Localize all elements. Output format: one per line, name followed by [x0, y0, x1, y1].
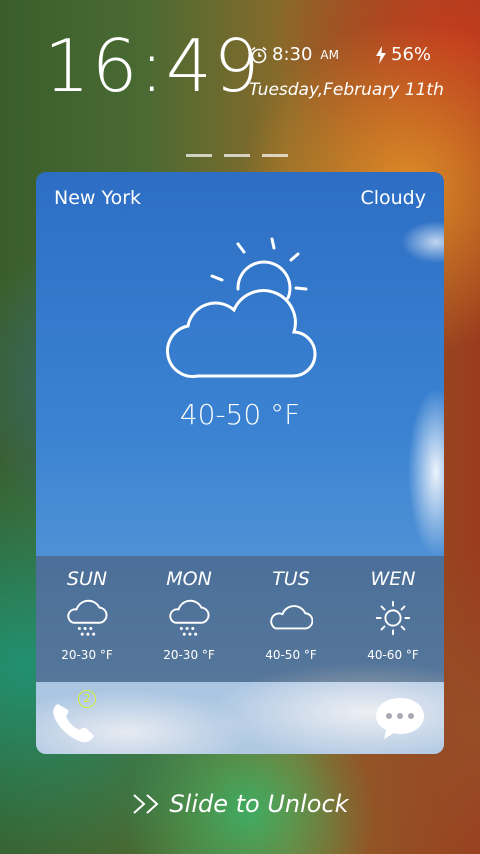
forecast-range: 20-30 °F: [163, 648, 215, 662]
temperature-range: 40-50 °F: [179, 398, 301, 431]
page-dot: [262, 154, 288, 157]
double-chevron-icon: [133, 794, 159, 814]
forecast-day[interactable]: MON 20-30 °F: [138, 556, 240, 682]
alarm-ampm: AM: [320, 47, 339, 62]
phone-icon[interactable]: [50, 700, 100, 744]
forecast-day-name: MON: [166, 568, 212, 590]
forecast-day[interactable]: TUS 40-50 °F: [240, 556, 342, 682]
clock: 16:49: [44, 24, 262, 108]
cloud-icon: [270, 605, 313, 630]
forecast-day-name: TUS: [272, 568, 310, 590]
battery-indicator: 56%: [375, 44, 431, 65]
charging-bolt-icon: [376, 45, 386, 64]
rain-cloud-icon: [169, 599, 210, 636]
sun-icon: [375, 600, 411, 636]
partly-cloudy-icon: [166, 237, 317, 378]
alarm-clock-icon: [251, 46, 267, 63]
page-indicator: [186, 154, 288, 157]
weather-condition: Cloudy: [360, 187, 426, 209]
forecast-strip: SUN 20-30 °F MON 20-30 °F TUS 40-50 °F W…: [36, 556, 444, 682]
weather-card[interactable]: New York Cloudy 40-50 °F SUN 20-30 °F MO…: [36, 172, 444, 754]
forecast-day[interactable]: WEN 40-60 °F: [342, 556, 444, 682]
battery-level: 56%: [391, 44, 432, 65]
rain-cloud-icon: [67, 599, 108, 636]
forecast-day[interactable]: SUN 20-30 °F: [36, 556, 138, 682]
alarm-indicator: 8:30 AM: [250, 44, 339, 65]
message-icon[interactable]: [374, 696, 426, 740]
missed-call-badge: 2: [78, 690, 96, 708]
shortcut-bar: 2: [36, 682, 444, 754]
forecast-range: 20-30 °F: [61, 648, 113, 662]
forecast-day-name: WEN: [370, 568, 416, 590]
city-name: New York: [54, 187, 142, 209]
page-dot: [186, 154, 212, 157]
slide-to-unlock[interactable]: Slide to Unlock: [0, 790, 480, 818]
alarm-time: 8:30: [272, 44, 313, 65]
date-label: Tuesday,February 11th: [249, 80, 444, 100]
slide-to-unlock-label: Slide to Unlock: [169, 790, 349, 818]
forecast-range: 40-50 °F: [265, 648, 317, 662]
forecast-day-name: SUN: [66, 568, 108, 590]
forecast-range: 40-60 °F: [367, 648, 419, 662]
page-dot: [224, 154, 250, 157]
